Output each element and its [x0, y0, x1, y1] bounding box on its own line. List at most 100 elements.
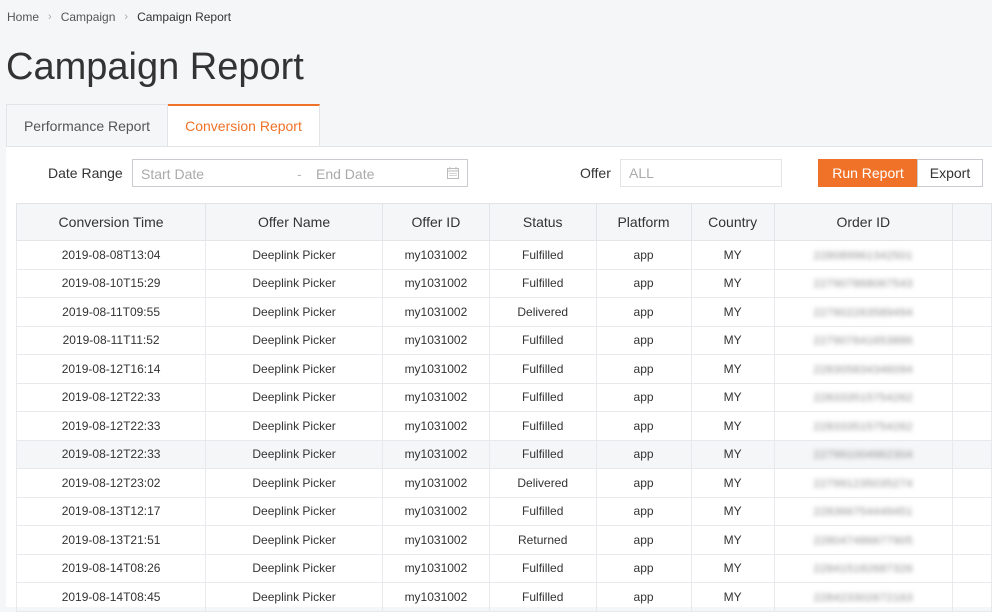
table-row[interactable]: 2019-08-10T15:29 Deeplink Picker my1031002… — [15, 268, 992, 298]
cell-status: Fulfilled — [488, 268, 597, 298]
cell-extra — [951, 354, 992, 384]
breadcrumb-campaign[interactable]: Campaign — [61, 10, 116, 24]
cell-country: MY — [690, 439, 775, 469]
cell-country: MY — [690, 240, 775, 270]
cell-offer-id: my1031002 — [381, 240, 490, 270]
cell-order-id: 227902263589494 — [773, 297, 953, 327]
order-id-blurred: 227902263589494 — [813, 306, 913, 319]
cell-order-id: 228047486677905 — [773, 525, 953, 555]
breadcrumb-current: Campaign Report — [137, 10, 232, 24]
page-title: Campaign Report — [6, 46, 304, 88]
table-row[interactable]: 2019-08-13T12:17 Deeplink Picker my1031002… — [15, 496, 992, 526]
cell-platform: app — [595, 325, 692, 355]
table-row[interactable]: 2019-08-14T08:26 Deeplink Picker my1031002… — [15, 553, 992, 583]
order-id-blurred: 228366754449451 — [813, 506, 913, 519]
table-row[interactable]: 2019-08-13T21:51 Deeplink Picker my1031002… — [15, 525, 992, 555]
table-row[interactable]: 2019-08-12T16:14 Deeplink Picker my1031002… — [15, 354, 992, 384]
cell-conversion-time: 2019-08-13T21:51 — [15, 525, 207, 555]
cell-status: Fulfilled — [488, 354, 597, 384]
cell-status: Delivered — [488, 297, 597, 327]
cell-extra — [951, 525, 992, 555]
cell-conversion-time: 2019-08-14T08:26 — [15, 553, 207, 583]
cell-offer-id: my1031002 — [381, 354, 490, 384]
cell-platform: app — [595, 411, 692, 441]
column-header-platform[interactable]: Platform — [595, 203, 692, 241]
column-header-conversion-time[interactable]: Conversion Time — [15, 203, 207, 241]
cell-offer-name: Deeplink Picker — [205, 240, 383, 270]
cell-order-id: 228415182687326 — [773, 553, 953, 583]
cell-order-id: 228333515754262 — [773, 382, 953, 412]
table-row[interactable]: 2019-08-11T09:55 Deeplink Picker my1031002… — [15, 297, 992, 327]
breadcrumb-home[interactable]: Home — [7, 10, 39, 24]
cell-extra — [951, 439, 992, 469]
cell-offer-id: my1031002 — [381, 553, 490, 583]
column-header-status[interactable]: Status — [488, 203, 597, 241]
table-row[interactable]: 2019-08-12T22:33 Deeplink Picker my1031002… — [15, 382, 992, 412]
tab-conversion-report[interactable]: Conversion Report — [168, 104, 320, 146]
cell-platform: app — [595, 268, 692, 298]
cell-conversion-time: 2019-08-11T09:55 — [15, 297, 207, 327]
conversion-table: Conversion Time Offer Name Offer ID Stat… — [15, 203, 992, 612]
cell-platform: app — [595, 468, 692, 498]
order-id-blurred: 228423302672163 — [813, 591, 913, 604]
report-tabs: Performance Report Conversion Report — [6, 104, 320, 146]
report-panel: Date Range Start Date - End Date Offer R… — [6, 146, 992, 612]
calendar-icon[interactable] — [447, 167, 459, 179]
cell-platform: app — [595, 354, 692, 384]
cell-offer-name: Deeplink Picker — [205, 411, 383, 441]
run-report-button[interactable]: Run Report — [818, 159, 918, 187]
order-id-blurred: 228333515754262 — [813, 392, 913, 405]
table-row[interactable]: 2019-08-12T22:33 Deeplink Picker my1031002… — [15, 411, 992, 441]
cell-country: MY — [690, 525, 775, 555]
column-header-offer-name[interactable]: Offer Name — [205, 203, 383, 241]
end-date-input[interactable]: End Date — [316, 166, 374, 182]
cell-extra — [951, 411, 992, 441]
cell-offer-name: Deeplink Picker — [205, 468, 383, 498]
cell-offer-id: my1031002 — [381, 382, 490, 412]
export-button[interactable]: Export — [917, 159, 983, 187]
cell-order-id: 227991004962304 — [773, 439, 953, 469]
cell-extra — [951, 468, 992, 498]
cell-platform: app — [595, 496, 692, 526]
filter-bar: Date Range Start Date - End Date Offer R… — [6, 159, 992, 187]
order-id-blurred: 228415182687326 — [813, 563, 913, 576]
table-row[interactable]: 2019-08-11T11:52 Deeplink Picker my1031002… — [15, 325, 992, 355]
order-id-blurred: 228047486677905 — [813, 534, 913, 547]
breadcrumb: Home › Campaign › Campaign Report — [7, 10, 231, 24]
table-row[interactable]: 2019-08-12T22:33 Deeplink Picker my1031002… — [15, 439, 992, 469]
date-range-picker[interactable]: Start Date - End Date — [132, 159, 468, 187]
column-header-country[interactable]: Country — [690, 203, 775, 241]
cell-country: MY — [690, 297, 775, 327]
cell-country: MY — [690, 468, 775, 498]
order-id-blurred: 228305834346094 — [813, 363, 913, 376]
cell-extra — [951, 297, 992, 327]
cell-order-id: 228333515754262 — [773, 411, 953, 441]
cell-conversion-time: 2019-08-12T22:33 — [15, 382, 207, 412]
cell-conversion-time: 2019-08-13T12:17 — [15, 496, 207, 526]
cell-order-id: 228089961342501 — [773, 240, 953, 270]
cell-country: MY — [690, 354, 775, 384]
start-date-input[interactable]: Start Date — [141, 166, 204, 182]
cell-offer-name: Deeplink Picker — [205, 325, 383, 355]
cell-status: Fulfilled — [488, 439, 597, 469]
cell-offer-id: my1031002 — [381, 468, 490, 498]
cell-status: Delivered — [488, 468, 597, 498]
table-row[interactable]: 2019-08-08T13:04 Deeplink Picker my1031002… — [15, 240, 992, 270]
cell-offer-id: my1031002 — [381, 268, 490, 298]
cell-offer-name: Deeplink Picker — [205, 268, 383, 298]
order-id-blurred: 227907868067543 — [813, 278, 913, 291]
offer-input[interactable] — [620, 159, 782, 187]
cell-order-id: 228366754449451 — [773, 496, 953, 526]
cell-status: Fulfilled — [488, 240, 597, 270]
table-row[interactable]: 2019-08-12T23:02 Deeplink Picker my1031002… — [15, 468, 992, 498]
column-header-order-id[interactable]: Order ID — [773, 203, 953, 241]
cell-offer-name: Deeplink Picker — [205, 439, 383, 469]
cell-status: Fulfilled — [488, 553, 597, 583]
cell-extra — [951, 382, 992, 412]
cell-status: Fulfilled — [488, 411, 597, 441]
order-id-blurred: 228089961342501 — [813, 249, 913, 262]
column-header-offer-id[interactable]: Offer ID — [381, 203, 490, 241]
cell-extra — [951, 268, 992, 298]
chevron-right-icon: › — [48, 11, 52, 23]
tab-performance-report[interactable]: Performance Report — [6, 104, 168, 146]
